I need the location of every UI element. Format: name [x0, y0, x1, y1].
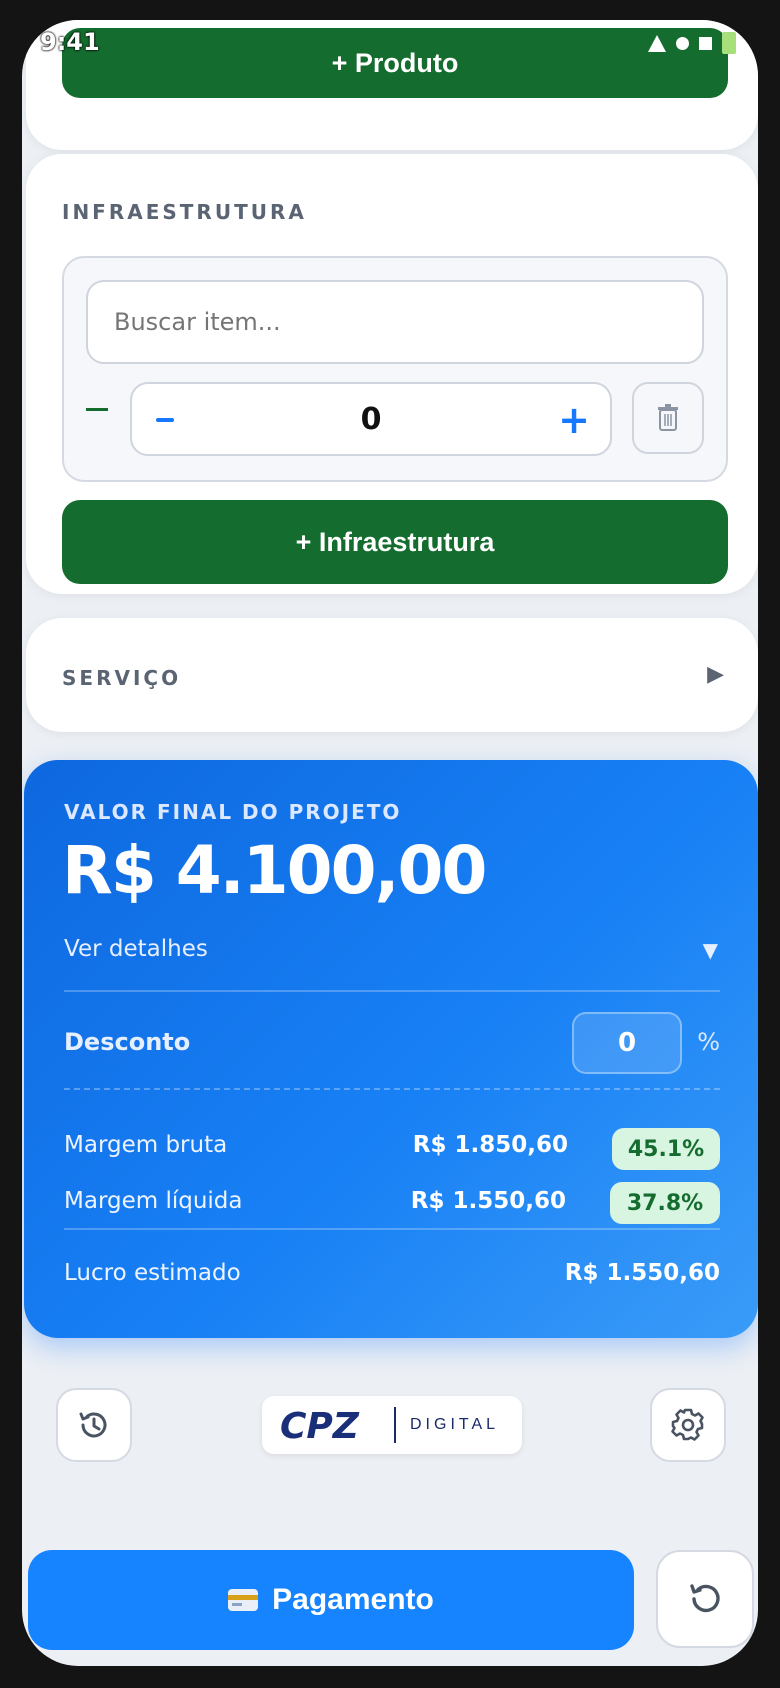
credit-card-icon: [228, 1589, 259, 1611]
brand-logo: CPZ DIGITAL: [262, 1396, 522, 1454]
expand-arrow-icon[interactable]: ▶: [707, 662, 724, 687]
estimated-profit-value: R$ 1.550,60: [564, 1260, 720, 1286]
net-margin-value: R$ 1.550,60: [410, 1188, 566, 1214]
search-item-input[interactable]: [86, 280, 704, 364]
history-button[interactable]: [56, 1388, 132, 1462]
divider: [64, 1228, 720, 1230]
gross-margin-value: R$ 1.850,60: [412, 1132, 568, 1158]
payment-label: Pagamento: [272, 1583, 434, 1616]
net-margin-label: Margem líquida: [64, 1188, 243, 1214]
battery-icon: [722, 32, 736, 54]
history-icon: [79, 1412, 107, 1438]
gear-icon: [671, 1408, 704, 1441]
add-infraestrutura-button[interactable]: + Infraestrutura: [62, 500, 728, 584]
app-screen: 9:41 + Produto INFRAESTRUTURA 0 +: [22, 20, 758, 1666]
wifi-icon: [676, 36, 689, 50]
signal-icon: [648, 34, 666, 52]
add-product-button[interactable]: + Produto: [62, 28, 728, 98]
remove-row-icon[interactable]: [86, 408, 108, 411]
infraestrutura-title: INFRAESTRUTURA: [62, 200, 307, 224]
infra-item-box: 0 +: [62, 256, 728, 482]
svg-text:CPZ: CPZ: [280, 1408, 360, 1442]
settings-button[interactable]: [650, 1388, 726, 1462]
gross-margin-label: Margem bruta: [64, 1132, 228, 1158]
see-details-link[interactable]: Ver detalhes: [64, 936, 208, 962]
logo-subtitle: DIGITAL: [410, 1416, 500, 1433]
servico-card[interactable]: SERVIÇO ▶: [26, 618, 758, 732]
discount-label: Desconto: [64, 1028, 191, 1056]
reset-button[interactable]: [656, 1550, 754, 1648]
trash-icon: [658, 404, 678, 431]
estimated-profit-label: Lucro estimado: [64, 1260, 241, 1286]
quantity-value[interactable]: 0: [132, 402, 610, 437]
increment-icon[interactable]: +: [558, 401, 590, 439]
quantity-stepper: 0 +: [130, 382, 612, 456]
servico-title: SERVIÇO: [62, 666, 182, 690]
square-icon: [699, 36, 712, 50]
payment-button[interactable]: Pagamento: [28, 1550, 634, 1650]
final-value-label: VALOR FINAL DO PROJETO: [64, 800, 402, 824]
status-time: 9:41: [40, 28, 100, 56]
reset-icon: [690, 1584, 720, 1613]
gross-margin-badge: 45.1%: [612, 1128, 720, 1170]
infraestrutura-card: INFRAESTRUTURA 0 +: [26, 154, 758, 594]
final-value: R$ 4.100,00: [62, 832, 487, 909]
phone-frame: 9:41 + Produto INFRAESTRUTURA 0 +: [0, 0, 780, 1688]
logo-divider: [394, 1407, 396, 1443]
discount-input[interactable]: 0: [572, 1012, 682, 1074]
dashed-divider: [64, 1088, 720, 1090]
project-summary-card: VALOR FINAL DO PROJETO R$ 4.100,00 Ver d…: [24, 760, 758, 1338]
net-margin-badge: 37.8%: [610, 1182, 720, 1224]
status-icons: [648, 32, 736, 54]
divider: [64, 990, 720, 992]
cpz-logo-icon: CPZ: [280, 1408, 360, 1442]
discount-unit: %: [697, 1028, 720, 1056]
delete-item-button[interactable]: [632, 382, 704, 454]
chevron-down-icon[interactable]: ▼: [703, 938, 718, 962]
